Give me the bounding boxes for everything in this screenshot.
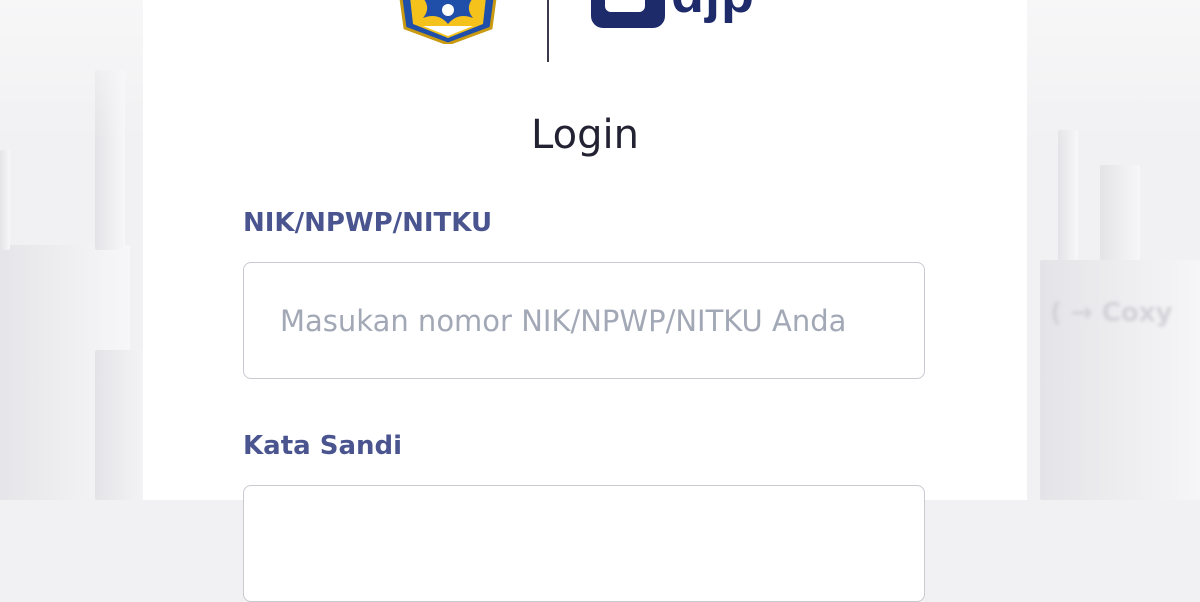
- header-logos: djp: [143, 0, 1027, 70]
- password-label: Kata Sandi: [243, 431, 403, 461]
- username-input[interactable]: [278, 302, 880, 339]
- djp-logo: djp: [591, 0, 755, 40]
- background-decor-text: ( → Coxy: [1050, 298, 1173, 328]
- password-input[interactable]: [278, 525, 880, 562]
- djp-logo-text: djp: [671, 0, 755, 21]
- username-label: NIK/NPWP/NITKU: [243, 208, 493, 238]
- page-title: Login: [531, 112, 639, 158]
- login-card: djp Login NIK/NPWP/NITKU Kata Sandi: [143, 0, 1027, 602]
- username-field-box: [243, 262, 925, 379]
- logo-divider: [547, 0, 549, 62]
- password-field-box: [243, 485, 925, 602]
- kemenkeu-emblem-icon: [399, 0, 497, 44]
- djp-mark-icon: [591, 0, 665, 28]
